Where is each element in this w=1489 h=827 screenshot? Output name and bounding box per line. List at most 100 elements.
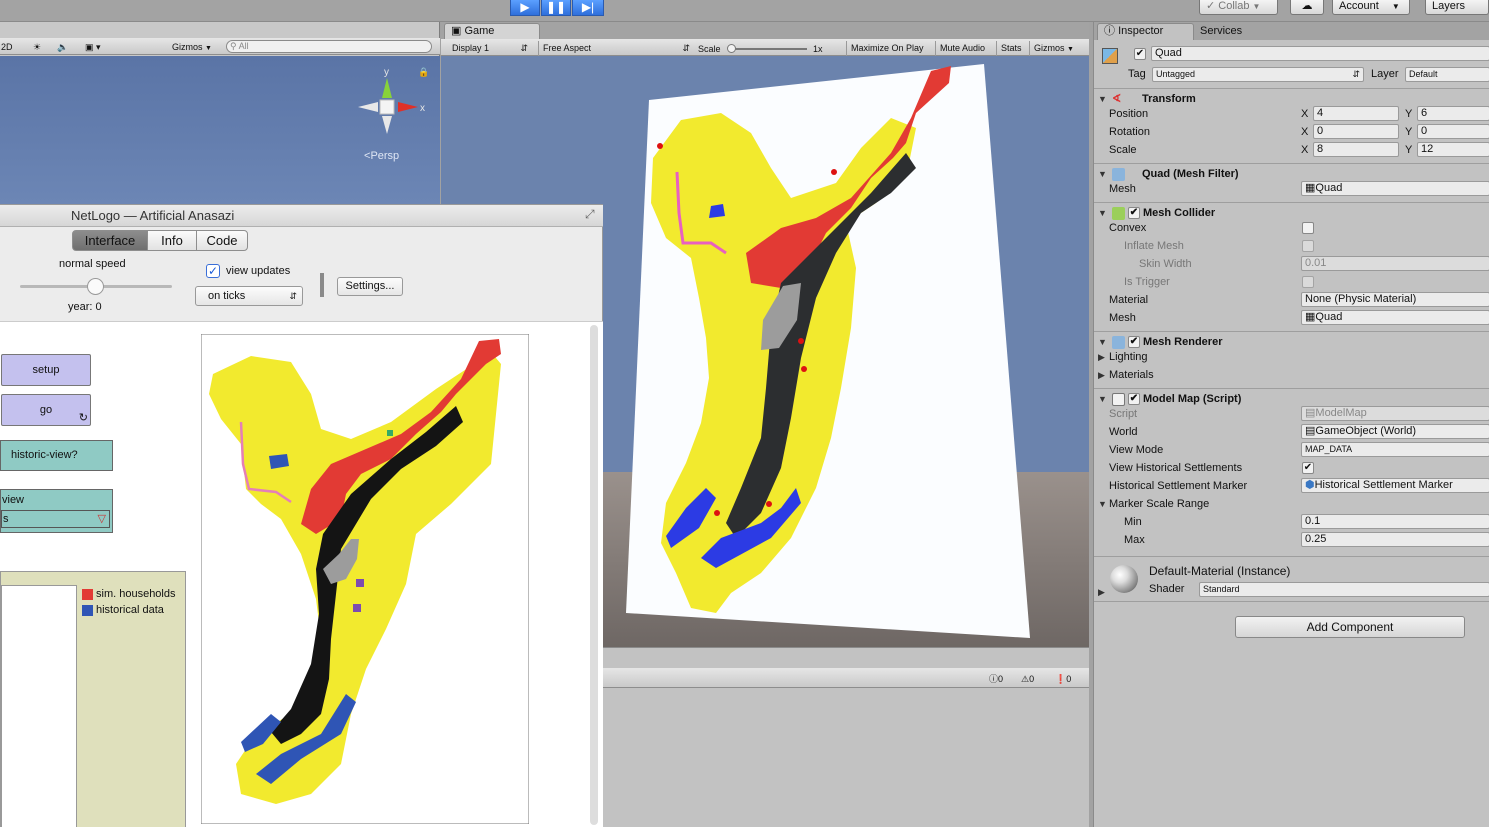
shader-dropdown[interactable]: Standard <box>1199 582 1489 597</box>
scale-x-field[interactable]: 8 <box>1313 142 1399 157</box>
speed-slider-thumb[interactable] <box>87 278 104 295</box>
console-error-count[interactable]: ❗0 <box>1055 672 1071 687</box>
lighting-foldout[interactable]: ▶ Lighting <box>1094 348 1489 366</box>
tab-code[interactable]: Code <box>196 230 248 251</box>
play-button[interactable]: ▶ <box>510 0 540 16</box>
position-row: Position X 4 Y 6 <box>1094 105 1489 123</box>
marker-range-foldout[interactable]: ▼ Marker Scale Range <box>1094 495 1489 513</box>
tab-inspector[interactable]: ⓘ Inspector <box>1097 23 1194 40</box>
inspector-tab-label: Inspector <box>1118 25 1164 37</box>
tab-services[interactable]: Services <box>1200 24 1242 39</box>
active-checkbox[interactable] <box>1134 48 1146 60</box>
scene-gizmos-dropdown[interactable]: Gizmos ▼ <box>172 40 212 55</box>
tag-dropdown[interactable]: Untagged ⇵ <box>1152 67 1364 82</box>
netlogo-window: NetLogo — Artificial Anasazi ⤢ Interface… <box>0 204 603 827</box>
tab-info[interactable]: Info <box>147 230 197 251</box>
setup-button[interactable]: setup <box>1 354 91 386</box>
warning-icon: ⚠ <box>1021 674 1030 684</box>
rotation-x-field[interactable]: 0 <box>1313 124 1399 139</box>
step-button[interactable]: ▶| <box>572 0 604 16</box>
go-button[interactable]: go ↻ <box>1 394 91 426</box>
script-field[interactable]: ▤ModelMap <box>1301 406 1489 421</box>
lighting-icon[interactable]: ☀ <box>33 40 41 55</box>
cloud-button[interactable]: ☁ <box>1290 0 1324 15</box>
material-name: Default-Material (Instance) <box>1149 564 1291 578</box>
plot-area <box>1 585 77 827</box>
gizmo-neg-y-cone[interactable] <box>382 116 392 134</box>
world-field[interactable]: ▤GameObject (World) <box>1301 424 1489 439</box>
layer-dropdown[interactable]: Default <box>1405 67 1489 82</box>
collider-material-field[interactable]: None (Physic Material) <box>1301 292 1489 307</box>
historic-view-switch[interactable]: historic-view? <box>0 440 113 471</box>
fullscreen-icon[interactable]: ⤢ <box>585 207 595 222</box>
materials-foldout[interactable]: ▶ Materials <box>1094 366 1489 384</box>
marker-max-field[interactable]: 0.25 <box>1301 532 1489 547</box>
audio-icon[interactable]: 🔈 <box>57 40 68 55</box>
pause-button[interactable]: ❚❚ <box>541 0 571 16</box>
gizmo-y-cone[interactable] <box>382 78 392 98</box>
console-info-count[interactable]: ⓘ0 <box>989 672 1003 687</box>
model-map-enabled-checkbox[interactable] <box>1128 393 1140 405</box>
settlement-dot <box>798 338 804 344</box>
account-button[interactable]: Account ▼ <box>1332 0 1410 15</box>
cloud-icon: ☁ <box>1301 0 1313 12</box>
hist-marker-field[interactable]: ⬢Historical Settlement Marker <box>1301 478 1489 493</box>
marker-max-row: Max 0.25 <box>1094 531 1489 549</box>
view-updates-checkbox[interactable]: ✓ <box>206 264 220 278</box>
2d-toggle[interactable]: 2D <box>1 40 13 55</box>
rotation-y-field[interactable]: 0 <box>1417 124 1489 139</box>
scale-y-label: Y <box>1405 144 1413 156</box>
aspect-dropdown[interactable]: Free Aspect ⇵ <box>538 41 690 56</box>
image-effects-icon[interactable]: ▣ ▾ <box>85 40 101 55</box>
netlogo-scrollbar[interactable] <box>590 325 598 825</box>
update-mode-dropdown[interactable]: on ticks ⇵ <box>195 286 303 306</box>
view-mode-dropdown[interactable]: MAP_DATA <box>1301 442 1489 457</box>
position-x-field[interactable]: 4 <box>1313 106 1399 121</box>
inspector-panel: ⓘ Inspector Services Quad Tag Untagged ⇵… <box>1093 22 1489 827</box>
mesh-filter-mesh-field[interactable]: ▦Quad <box>1301 181 1489 196</box>
gizmo-center-cube[interactable] <box>379 99 395 115</box>
display-dropdown[interactable]: Display 1 ⇵ <box>452 41 532 56</box>
netlogo-world-view[interactable] <box>201 334 529 824</box>
tab-game[interactable]: ▣ Game <box>444 23 540 40</box>
skin-width-row: Skin Width 0.01 <box>1094 255 1489 273</box>
lock-icon[interactable]: 🔒 <box>418 67 429 77</box>
view-chooser[interactable]: view s ▽ <box>0 489 113 533</box>
console-warn-count[interactable]: ⚠0 <box>1021 672 1034 687</box>
chevron-right-icon[interactable]: ▶ <box>1098 587 1105 598</box>
mesh-icon: ▦ <box>1305 182 1316 194</box>
scale-y-field[interactable]: 12 <box>1417 142 1489 157</box>
script-row: Script ▤ModelMap <box>1094 405 1489 423</box>
collider-mesh-field[interactable]: ▦Quad <box>1301 310 1489 325</box>
step-icon: ▶| <box>581 0 595 14</box>
add-component-button[interactable]: Add Component <box>1235 616 1465 638</box>
mesh-renderer-enabled-checkbox[interactable] <box>1128 336 1140 348</box>
gizmo-neg-x-cone[interactable] <box>358 102 378 112</box>
game-gizmos-dropdown[interactable]: Gizmos ▼ <box>1029 41 1074 56</box>
is-trigger-checkbox[interactable] <box>1302 276 1314 288</box>
view-chooser-value[interactable]: s ▽ <box>1 510 110 528</box>
view-historical-checkbox[interactable] <box>1302 462 1314 474</box>
layers-button[interactable]: Layers <box>1425 0 1489 15</box>
scale-slider-thumb[interactable] <box>727 44 736 53</box>
mesh-filter-mesh-row: Mesh ▦Quad <box>1094 180 1489 198</box>
scene-search-input[interactable]: ⚲ All <box>226 40 432 53</box>
collab-button[interactable]: ✓ Collab ▼ <box>1199 0 1278 15</box>
marker-min-field[interactable]: 0.1 <box>1301 514 1489 529</box>
speed-label: normal speed <box>59 258 126 270</box>
scale-slider[interactable] <box>729 48 807 50</box>
object-name-field[interactable]: Quad <box>1151 46 1489 61</box>
inflate-mesh-checkbox[interactable] <box>1302 240 1314 252</box>
mesh-collider-enabled-checkbox[interactable] <box>1128 207 1140 219</box>
stats-toggle[interactable]: Stats <box>996 41 1022 56</box>
convex-checkbox[interactable] <box>1302 222 1314 234</box>
tab-interface[interactable]: Interface <box>72 230 148 251</box>
gizmo-x-cone[interactable] <box>398 102 418 112</box>
settings-button[interactable]: Settings... <box>337 277 403 296</box>
skin-width-field[interactable]: 0.01 <box>1301 256 1489 271</box>
mute-toggle[interactable]: Mute Audio <box>935 41 985 56</box>
position-y-field[interactable]: 6 <box>1417 106 1489 121</box>
maximize-toggle[interactable]: Maximize On Play <box>846 41 924 56</box>
persp-label[interactable]: <Persp <box>364 150 399 162</box>
scene-panel: 2D ☀ 🔈 ▣ ▾ Gizmos ▼ ⚲ All y x 🔒 <Persp <box>0 22 440 204</box>
